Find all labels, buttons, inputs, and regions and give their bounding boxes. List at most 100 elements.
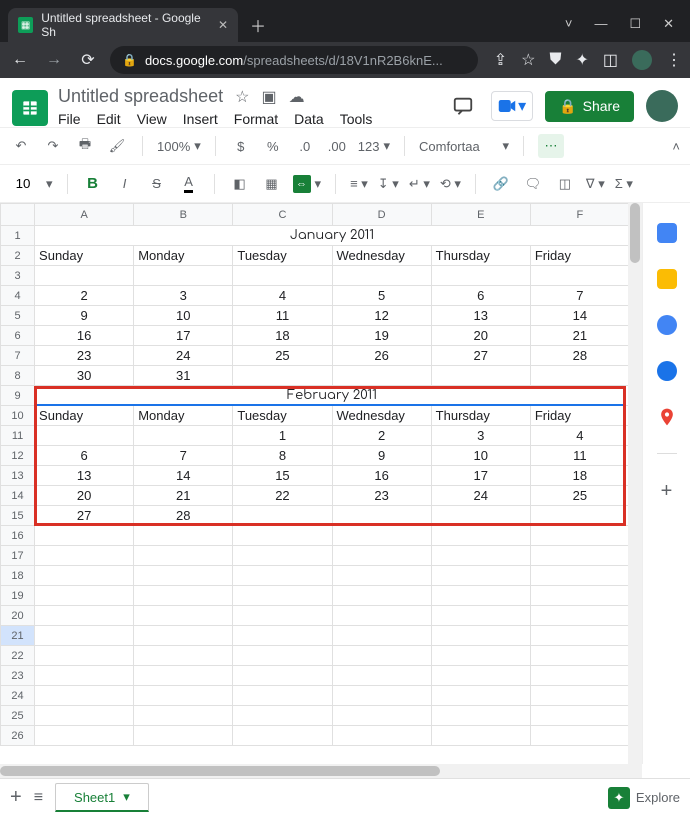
cell[interactable]: 5 [332, 286, 431, 306]
cell[interactable] [431, 666, 530, 686]
cell[interactable]: 17 [134, 326, 233, 346]
cell[interactable] [233, 706, 332, 726]
cell[interactable] [530, 706, 628, 726]
functions-icon[interactable]: Σ ▾ [615, 176, 633, 192]
decrease-decimal-icon[interactable]: .0 [294, 139, 316, 154]
cell[interactable]: 3 [431, 426, 530, 446]
cell[interactable]: 13 [35, 466, 134, 486]
cell[interactable] [233, 586, 332, 606]
cell[interactable] [332, 266, 431, 286]
row-header[interactable]: 4 [1, 286, 35, 306]
maximize-icon[interactable]: ☐ [629, 16, 641, 32]
cell[interactable] [530, 506, 628, 526]
month-title-cell[interactable]: February 2011 [35, 386, 628, 406]
cell[interactable]: 18 [530, 466, 628, 486]
month-title-cell[interactable]: January 2011 [35, 226, 628, 246]
column-header[interactable]: B [134, 204, 233, 226]
font-size-input[interactable] [10, 176, 36, 191]
menu-insert[interactable]: Insert [183, 111, 218, 127]
column-header[interactable]: F [530, 204, 628, 226]
cell[interactable] [431, 566, 530, 586]
row-header[interactable]: 19 [1, 586, 35, 606]
cell[interactable]: Wednesday [332, 406, 431, 426]
cell[interactable] [332, 626, 431, 646]
cell[interactable] [233, 626, 332, 646]
cell[interactable]: 9 [35, 306, 134, 326]
cell[interactable]: 20 [35, 486, 134, 506]
cell[interactable] [431, 506, 530, 526]
keep-app-icon[interactable] [657, 269, 677, 289]
cell[interactable]: 27 [35, 506, 134, 526]
cell[interactable] [233, 646, 332, 666]
row-header[interactable]: 22 [1, 646, 35, 666]
cell[interactable] [332, 666, 431, 686]
cell[interactable] [35, 626, 134, 646]
contacts-app-icon[interactable] [657, 361, 677, 381]
cell[interactable] [233, 266, 332, 286]
cell[interactable] [233, 606, 332, 626]
borders-icon[interactable]: ▦ [261, 176, 283, 192]
cell[interactable] [134, 626, 233, 646]
cell[interactable] [134, 686, 233, 706]
corner-cell[interactable] [1, 204, 35, 226]
row-header[interactable]: 18 [1, 566, 35, 586]
cell[interactable] [233, 666, 332, 686]
insert-comment-icon[interactable]: 🗨 [522, 176, 544, 192]
vertical-align-icon[interactable]: ↧ ▾ [378, 176, 399, 192]
row-header[interactable]: 1 [1, 226, 35, 246]
minimize-icon[interactable]: — [594, 16, 607, 32]
chrome-menu-icon[interactable]: ⋮ [666, 50, 682, 70]
cell[interactable]: 28 [134, 506, 233, 526]
cell[interactable] [530, 526, 628, 546]
cell[interactable] [233, 546, 332, 566]
all-sheets-button[interactable]: ≡ [34, 789, 43, 807]
cell[interactable]: 10 [134, 306, 233, 326]
percent-icon[interactable]: % [262, 139, 284, 154]
cell[interactable] [530, 726, 628, 746]
row-header[interactable]: 2 [1, 246, 35, 266]
cell[interactable]: 6 [431, 286, 530, 306]
meet-button[interactable]: ▾ [491, 91, 533, 121]
cell[interactable]: 24 [134, 346, 233, 366]
cell[interactable]: 27 [431, 346, 530, 366]
explore-button[interactable]: ✦ Explore [608, 787, 680, 809]
menu-data[interactable]: Data [294, 111, 324, 127]
back-button[interactable]: ← [8, 48, 32, 72]
cell[interactable] [332, 526, 431, 546]
cell[interactable]: Thursday [431, 406, 530, 426]
tasks-app-icon[interactable] [657, 315, 677, 335]
row-header[interactable]: 12 [1, 446, 35, 466]
cell[interactable] [134, 646, 233, 666]
profile-avatar-icon[interactable] [632, 50, 652, 70]
merge-cells-icon[interactable]: ⇔▾ [293, 175, 322, 193]
sheet-tab[interactable]: Sheet1 ▾ [55, 783, 149, 812]
cell[interactable]: 6 [35, 446, 134, 466]
menu-view[interactable]: View [137, 111, 167, 127]
cell[interactable]: 26 [332, 346, 431, 366]
row-header[interactable]: 21 [1, 626, 35, 646]
cell[interactable]: 2 [332, 426, 431, 446]
browser-tab[interactable]: ▦ Untitled spreadsheet - Google Sh ✕ [8, 8, 238, 42]
cell[interactable] [332, 506, 431, 526]
cell[interactable]: 19 [332, 326, 431, 346]
cell[interactable]: Wednesday [332, 246, 431, 266]
maps-app-icon[interactable] [657, 407, 677, 427]
cell[interactable] [134, 566, 233, 586]
cell[interactable] [431, 626, 530, 646]
cell[interactable] [134, 606, 233, 626]
cell[interactable] [134, 706, 233, 726]
row-header[interactable]: 3 [1, 266, 35, 286]
text-rotation-icon[interactable]: ⟲ ▾ [440, 176, 461, 192]
cell[interactable] [431, 606, 530, 626]
cell[interactable]: 4 [530, 426, 628, 446]
row-header[interactable]: 26 [1, 726, 35, 746]
insert-link-icon[interactable]: 🔗 [490, 176, 512, 192]
column-header[interactable]: A [35, 204, 134, 226]
cell[interactable] [332, 566, 431, 586]
cell[interactable] [431, 706, 530, 726]
print-icon[interactable]: 🖶 [74, 135, 96, 157]
extensions-puzzle-icon[interactable]: ✦ [575, 50, 588, 70]
paint-format-icon[interactable]: 🖌 [106, 138, 128, 154]
column-header[interactable]: E [431, 204, 530, 226]
cell[interactable] [332, 366, 431, 386]
